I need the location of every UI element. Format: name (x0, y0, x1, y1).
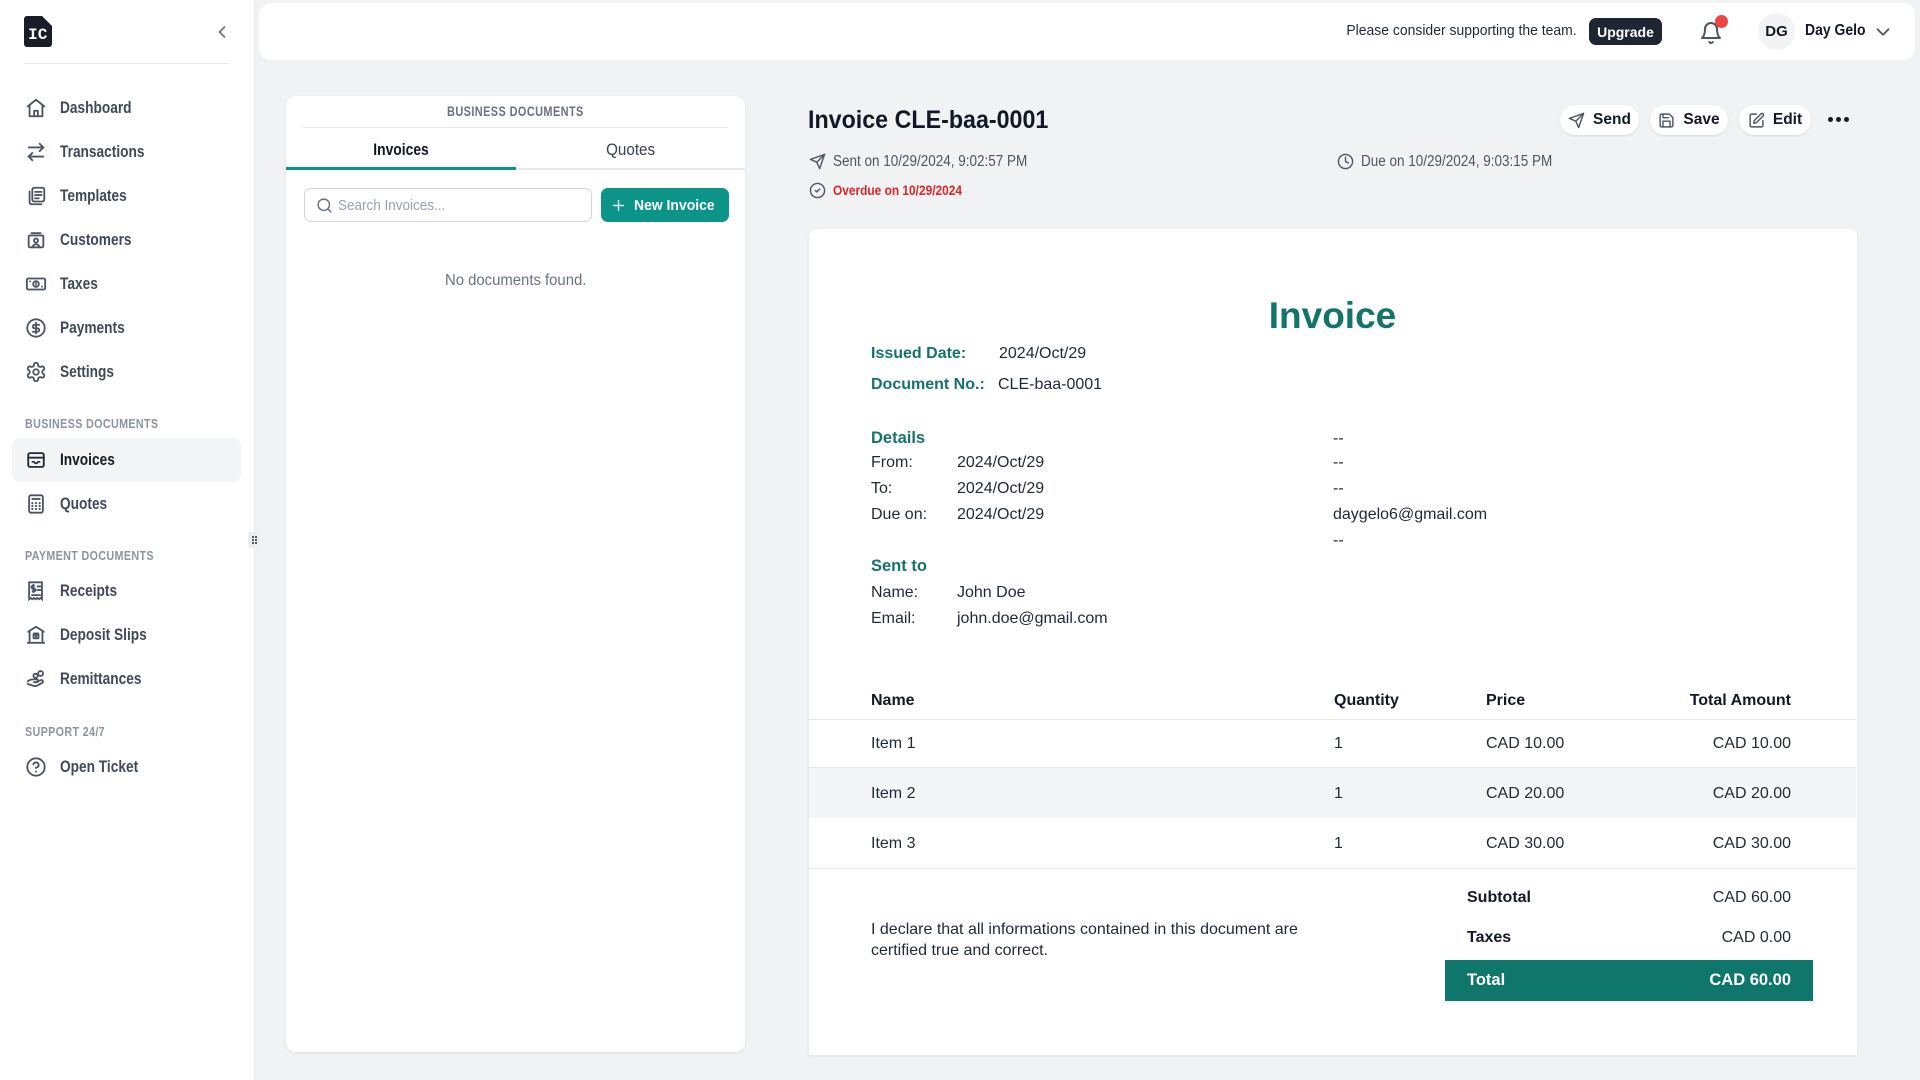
svg-text:IC: IC (28, 26, 48, 44)
